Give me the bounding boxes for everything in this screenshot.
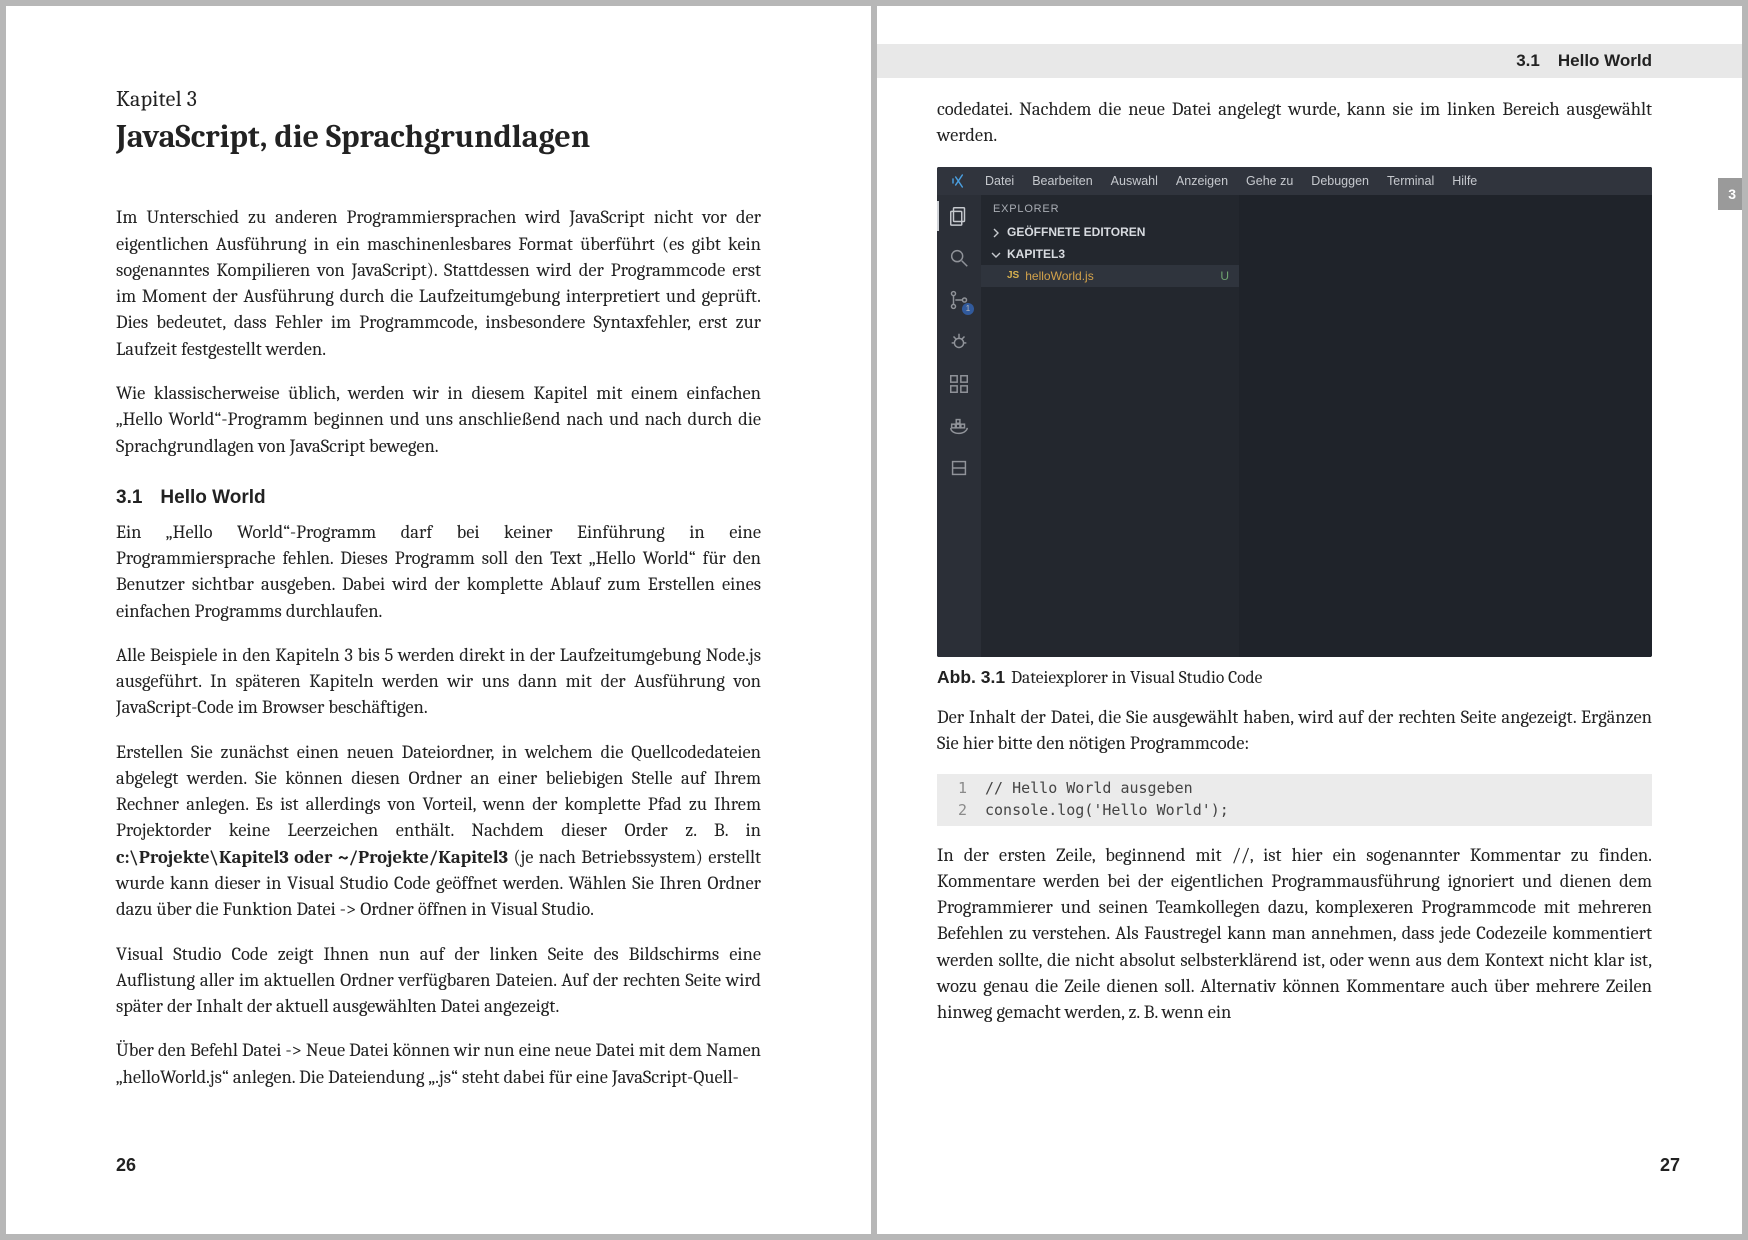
section-number: 3.1 — [116, 487, 142, 508]
code-line: 1 // Hello World ausgeben — [937, 778, 1652, 800]
page-number-right: 27 — [1660, 1155, 1680, 1176]
book-spread: Kapitel 3 JavaScript, die Sprachgrundlag… — [0, 0, 1748, 1240]
vscode-editor-area — [1239, 195, 1652, 657]
menu-item-goto[interactable]: Gehe zu — [1246, 174, 1293, 188]
running-header: 3.1 Hello World — [877, 44, 1742, 78]
body-paragraph: Alle Beispiele in den Kapiteln 3 bis 5 w… — [116, 642, 761, 721]
section-title: Hello World — [160, 487, 265, 508]
menu-item-file[interactable]: Datei — [985, 174, 1014, 188]
line-number: 2 — [937, 800, 977, 822]
body-paragraph: Ein „Hello World“-Programm darf bei kein… — [116, 519, 761, 624]
source-control-icon[interactable]: 1 — [948, 289, 970, 311]
figure-caption-text: Dateiexplorer in Visual Studio Code — [1011, 668, 1262, 688]
body-paragraph: Über den Befehl Datei -> Neue Datei könn… — [116, 1037, 761, 1090]
code-text: // Hello World ausgeben — [977, 778, 1193, 800]
vscode-activity-bar: 1 — [937, 195, 981, 657]
search-icon[interactable] — [948, 247, 970, 269]
explorer-file-row[interactable]: JS helloWorld.js U — [981, 265, 1239, 287]
explorer-open-editors[interactable]: GEÖFFNETE EDITOREN — [981, 221, 1239, 243]
body-paragraph: codedatei. Nachdem die neue Datei angele… — [937, 96, 1652, 149]
project-name: KAPITEL3 — [1007, 247, 1065, 261]
file-git-status: U — [1220, 269, 1229, 283]
menu-item-edit[interactable]: Bearbeiten — [1032, 174, 1092, 188]
explorer-title: EXPLORER — [981, 195, 1239, 221]
vscode-menu-bar: Datei Bearbeiten Auswahl Anzeigen Gehe z… — [937, 167, 1652, 195]
explorer-project-root[interactable]: KAPITEL3 — [981, 243, 1239, 265]
code-block: 1 // Hello World ausgeben 2 console.log(… — [937, 774, 1652, 826]
code-line: 2 console.log('Hello World'); — [937, 800, 1652, 822]
left-content: Kapitel 3 JavaScript, die Sprachgrundlag… — [116, 86, 761, 1108]
vscode-explorer: EXPLORER GEÖFFNETE EDITOREN KAPITEL3 — [981, 195, 1239, 657]
thumb-index-tab: 3 — [1718, 178, 1742, 210]
running-header-title: Hello World — [1558, 51, 1652, 71]
section-heading: 3.1 Hello World — [116, 487, 761, 509]
page-left: Kapitel 3 JavaScript, die Sprachgrundlag… — [6, 6, 874, 1234]
body-paragraph: Erstellen Sie zunächst einen neuen Datei… — [116, 739, 761, 923]
extensions-icon[interactable] — [948, 373, 970, 395]
menu-item-debug[interactable]: Debuggen — [1311, 174, 1369, 188]
body-paragraph: Visual Studio Code zeigt Ihnen nun auf d… — [116, 941, 761, 1020]
menu-item-select[interactable]: Auswahl — [1111, 174, 1158, 188]
line-number: 1 — [937, 778, 977, 800]
azure-icon[interactable] — [948, 457, 970, 479]
vscode-screenshot: Datei Bearbeiten Auswahl Anzeigen Gehe z… — [937, 167, 1652, 657]
file-name: helloWorld.js — [1025, 269, 1093, 283]
inline-path: c:\Projekte\Kapitel3 oder ~/Projekte/Kap… — [116, 846, 508, 868]
chapter-title: JavaScript, die Sprachgrundlagen — [116, 118, 761, 156]
figure-caption: Abb. 3.1 Dateiexplorer in Visual Studio C… — [937, 667, 1652, 688]
code-text: console.log('Hello World'); — [977, 800, 1229, 822]
vscode-body: 1 — [937, 195, 1652, 657]
body-paragraph: Im Unterschied zu anderen Programmierspr… — [116, 204, 761, 362]
body-paragraph: In der ersten Zeile, beginnend mit //, i… — [937, 842, 1652, 1026]
body-paragraph: Wie klassischerweise üblich, werden wir … — [116, 380, 761, 459]
scm-badge: 1 — [962, 303, 974, 315]
menu-item-help[interactable]: Hilfe — [1452, 174, 1477, 188]
chevron-down-icon — [991, 249, 1001, 259]
body-paragraph: Der Inhalt der Datei, die Sie ausgewählt… — [937, 704, 1652, 757]
running-header-number: 3.1 — [1516, 51, 1540, 71]
js-file-icon: JS — [1007, 270, 1019, 281]
thumb-index-number: 3 — [1728, 186, 1736, 202]
text-run: Erstellen Sie zunächst einen neuen Datei… — [116, 741, 761, 842]
figure-label: Abb. 3.1 — [937, 667, 1005, 687]
debug-icon[interactable] — [948, 331, 970, 353]
vscode-logo-icon — [951, 173, 967, 189]
page-right: 3.1 Hello World 3 codedatei. Nachdem die… — [874, 6, 1742, 1234]
page-number-left: 26 — [116, 1155, 136, 1176]
files-icon[interactable] — [948, 205, 970, 227]
chevron-right-icon — [991, 227, 1001, 237]
menu-item-terminal[interactable]: Terminal — [1387, 174, 1434, 188]
open-editors-label: GEÖFFNETE EDITOREN — [1007, 225, 1145, 239]
menu-item-view[interactable]: Anzeigen — [1176, 174, 1228, 188]
right-content: codedatei. Nachdem die neue Datei angele… — [937, 96, 1652, 1043]
chapter-overline: Kapitel 3 — [116, 86, 761, 112]
docker-icon[interactable] — [948, 415, 970, 437]
